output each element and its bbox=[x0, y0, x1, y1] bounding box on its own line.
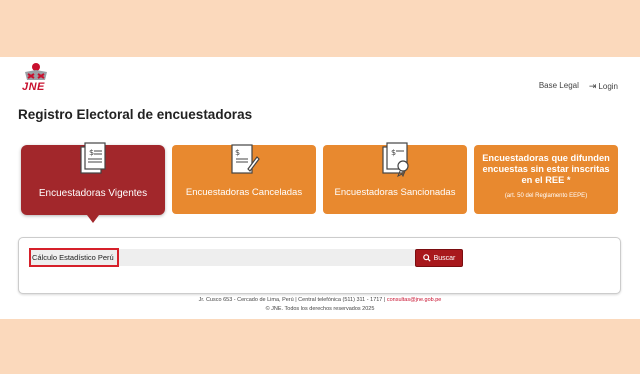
search-button[interactable]: Buscar bbox=[415, 249, 463, 267]
document-edit-icon: $ bbox=[231, 144, 260, 174]
page-container: JNE Base Legal ⇥ Login Registro Electoral… bbox=[0, 57, 640, 319]
svg-text:$: $ bbox=[235, 148, 240, 157]
logo-text: JNE bbox=[22, 81, 45, 93]
svg-text:$: $ bbox=[391, 148, 396, 157]
search-button-label: Buscar bbox=[433, 254, 456, 262]
card-label: Encuestadoras Vigentes bbox=[38, 188, 148, 199]
card-label: Encuestadoras Sancionadas bbox=[334, 187, 456, 198]
card-label: Encuestadoras que difunden encuestas sin… bbox=[482, 153, 610, 185]
footer-address: Jr. Cusco 653 - Cercado de Lima, Perú | … bbox=[198, 297, 386, 303]
login-link[interactable]: ⇥ Login bbox=[589, 81, 618, 92]
card-label: Encuestadoras Canceladas bbox=[185, 187, 303, 198]
top-nav: Base Legal ⇥ Login bbox=[539, 81, 618, 92]
search-panel: Buscar bbox=[18, 237, 621, 294]
document-stamp-icon: $ bbox=[382, 142, 409, 177]
active-card-pointer bbox=[87, 215, 99, 223]
footer: Jr. Cusco 653 - Cercado de Lima, Perú | … bbox=[0, 296, 640, 314]
card-canceladas[interactable]: $ Encuestadoras Canceladas bbox=[172, 144, 316, 214]
card-no-inscritas[interactable]: Encuestadoras que difunden encuestas sin… bbox=[474, 145, 618, 214]
card-sublabel: (art. 50 del Reglamento EEPE) bbox=[504, 193, 588, 199]
base-legal-link[interactable]: Base Legal bbox=[539, 81, 579, 92]
page-title: Registro Electoral de encuestadoras bbox=[18, 107, 253, 122]
document-dollar-icon: $ bbox=[80, 142, 106, 174]
search-icon bbox=[422, 254, 431, 262]
card-sancionadas[interactable]: $ Encuestadoras Sancionadas bbox=[323, 142, 467, 214]
search-highlight bbox=[29, 248, 119, 267]
login-icon: ⇥ bbox=[588, 81, 597, 91]
svg-text:$: $ bbox=[89, 148, 94, 157]
footer-email-link[interactable]: consultas@jne.gob.pe bbox=[387, 297, 442, 303]
card-vigentes[interactable]: $ Encuestadoras Vigentes bbox=[21, 142, 165, 215]
login-label: Login bbox=[598, 82, 618, 91]
footer-copyright: © JNE. Todos los derechos reservados 202… bbox=[265, 306, 375, 312]
